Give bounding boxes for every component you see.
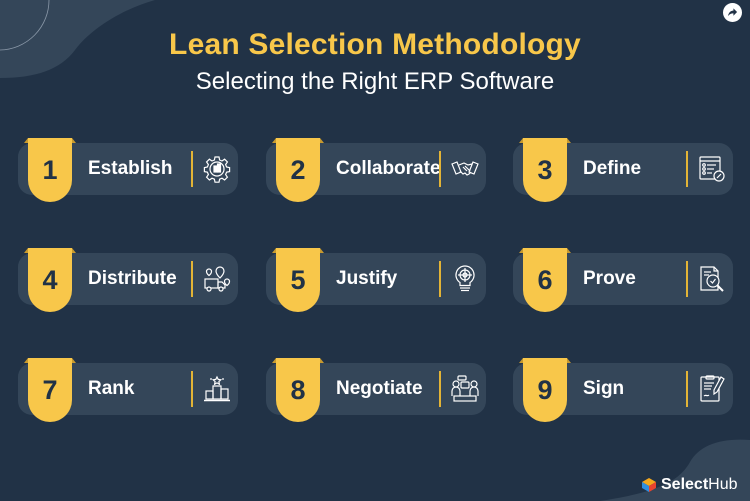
divider	[191, 371, 193, 407]
step-number-badge: 8	[276, 358, 320, 422]
step-number-badge: 1	[28, 138, 72, 202]
brand-name-regular: Hub	[708, 476, 738, 493]
step-number-badge: 3	[523, 138, 567, 202]
divider	[439, 151, 441, 187]
gear-building-icon	[202, 154, 232, 184]
handshake-icon	[450, 154, 480, 184]
share-button[interactable]	[723, 3, 742, 22]
share-arrow-icon	[727, 8, 738, 17]
step-number-badge: 2	[276, 138, 320, 202]
divider	[191, 151, 193, 187]
step-number-badge: 4	[28, 248, 72, 312]
podium-icon	[202, 374, 232, 404]
step-card-collaborate: 2 Collaborate	[266, 138, 486, 202]
selecthub-logo: SelectHub	[641, 476, 738, 494]
checklist-icon	[697, 154, 727, 184]
step-number-badge: 7	[28, 358, 72, 422]
step-label: Establish	[88, 158, 173, 179]
divider	[686, 261, 688, 297]
divider	[439, 261, 441, 297]
contract-pen-icon	[697, 374, 727, 404]
divider	[191, 261, 193, 297]
step-card-sign: 9 Sign	[513, 358, 733, 422]
divider	[686, 371, 688, 407]
step-label: Prove	[583, 268, 636, 289]
document-magnifier-icon	[697, 264, 727, 294]
step-label: Collaborate	[336, 158, 441, 179]
brand-name-bold: Select	[661, 476, 709, 493]
lightbulb-target-icon	[450, 264, 480, 294]
meeting-discussion-icon	[450, 374, 480, 404]
page-subtitle: Selecting the Right ERP Software	[195, 68, 555, 95]
step-card-rank: 7 Rank	[18, 358, 238, 422]
divider	[686, 151, 688, 187]
step-label: Distribute	[88, 268, 177, 289]
step-label: Justify	[336, 268, 398, 289]
step-label: Rank	[88, 378, 135, 399]
step-number-badge: 5	[276, 248, 320, 312]
divider	[439, 371, 441, 407]
step-card-justify: 5 Justify	[266, 248, 486, 312]
step-card-establish: 1 Establish	[18, 138, 238, 202]
step-label: Define	[583, 158, 642, 179]
page-title: Lean Selection Methodology	[169, 28, 581, 61]
step-number-badge: 6	[523, 248, 567, 312]
step-card-prove: 6 Prove	[513, 248, 733, 312]
delivery-truck-location-icon	[202, 264, 232, 294]
step-card-define: 3 Define	[513, 138, 733, 202]
cube-logo-icon	[642, 478, 656, 492]
step-label: Negotiate	[336, 378, 423, 399]
step-card-negotiate: 8 Negotiate	[266, 358, 486, 422]
step-label: Sign	[583, 378, 625, 399]
step-card-distribute: 4 Distribute	[18, 248, 238, 312]
step-number-badge: 9	[523, 358, 567, 422]
